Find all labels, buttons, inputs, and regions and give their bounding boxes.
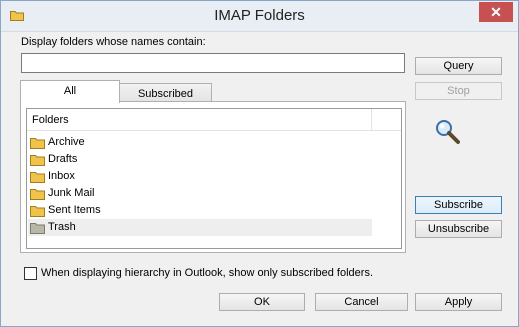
list-item[interactable]: Archive xyxy=(28,134,372,151)
folder-filter-input[interactable] xyxy=(21,53,405,73)
list-item-label: Junk Mail xyxy=(48,187,95,199)
folder-icon xyxy=(30,155,45,166)
folder-icon xyxy=(30,172,45,183)
list-item[interactable]: Inbox xyxy=(28,168,372,185)
list-item-label: Inbox xyxy=(48,170,75,182)
list-item-label: Sent Items xyxy=(48,204,101,216)
folders-column-header[interactable]: Folders xyxy=(32,114,69,126)
list-header: Folders xyxy=(27,109,401,131)
subscribed-only-checkbox[interactable] xyxy=(24,267,37,280)
cancel-button[interactable]: Cancel xyxy=(315,293,408,311)
list-item[interactable]: Junk Mail xyxy=(28,185,372,202)
list-item[interactable]: Sent Items xyxy=(28,202,372,219)
filter-label: Display folders whose names contain: xyxy=(21,36,206,48)
title-bar[interactable]: IMAP Folders ✕ xyxy=(1,1,518,32)
list-item[interactable]: Drafts xyxy=(28,151,372,168)
list-item-label: Trash xyxy=(48,221,76,233)
unsubscribe-button[interactable]: Unsubscribe xyxy=(415,220,502,238)
list-item-label: Drafts xyxy=(48,153,78,165)
subscribed-only-label: When displaying hierarchy in Outlook, sh… xyxy=(41,267,373,279)
apply-button[interactable]: Apply xyxy=(415,293,502,311)
folders-list[interactable]: Folders Archive Drafts Inbox Junk Mail S… xyxy=(26,108,402,249)
folder-icon xyxy=(30,138,45,149)
stop-button[interactable]: Stop xyxy=(415,82,502,100)
list-item-label: Archive xyxy=(48,136,85,148)
ok-button[interactable]: OK xyxy=(219,293,305,311)
close-button[interactable]: ✕ xyxy=(479,2,513,22)
folder-gray-icon xyxy=(30,223,45,234)
tab-all[interactable]: All xyxy=(20,80,120,103)
folder-icon xyxy=(30,189,45,200)
imap-folders-dialog: IMAP Folders ✕ Display folders whose nam… xyxy=(0,0,519,327)
magnifier-icon xyxy=(436,120,460,144)
list-item-selected[interactable]: Trash xyxy=(28,219,372,236)
subscribe-button[interactable]: Subscribe xyxy=(415,196,502,214)
column-divider[interactable] xyxy=(371,109,372,131)
folder-icon xyxy=(30,206,45,217)
window-title: IMAP Folders xyxy=(214,7,305,24)
query-button[interactable]: Query xyxy=(415,57,502,75)
close-icon: ✕ xyxy=(490,4,502,20)
